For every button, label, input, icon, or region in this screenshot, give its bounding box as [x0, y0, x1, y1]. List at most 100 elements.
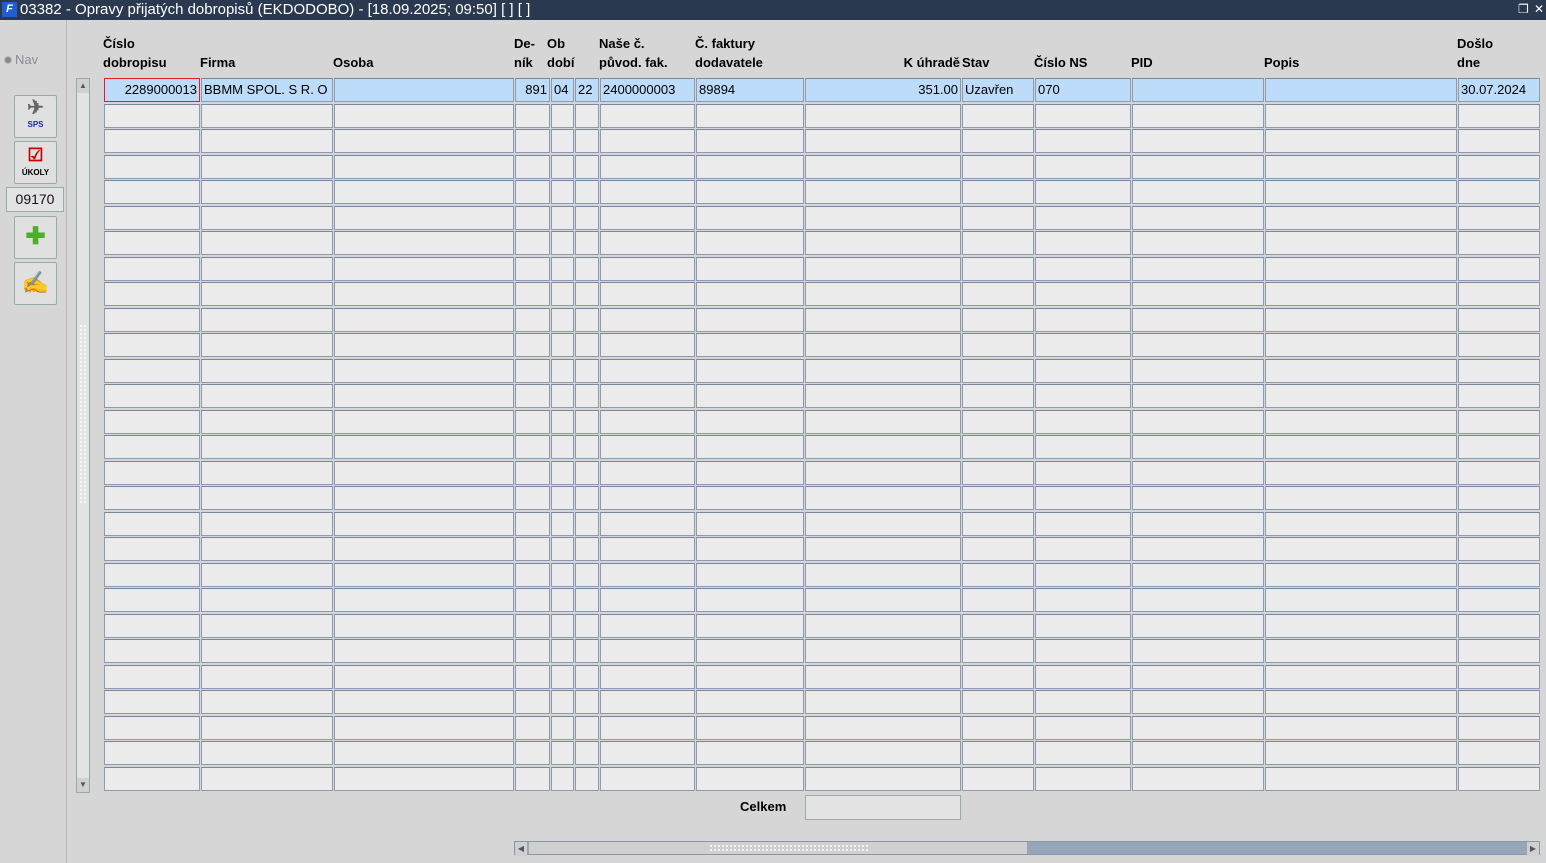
- table-cell[interactable]: [1132, 486, 1264, 510]
- table-cell[interactable]: [600, 409, 695, 434]
- table-cell[interactable]: BBMM SPOL. S R. O: [201, 78, 333, 102]
- table-cell[interactable]: [696, 358, 804, 383]
- table-cell[interactable]: [1458, 690, 1540, 714]
- table-cell[interactable]: [600, 715, 695, 740]
- table-cell[interactable]: [1132, 231, 1264, 255]
- table-cell[interactable]: [1265, 664, 1457, 689]
- table-cell[interactable]: [805, 486, 961, 510]
- table-cell[interactable]: [575, 384, 599, 408]
- table-cell[interactable]: [201, 460, 333, 485]
- table-cell[interactable]: [1458, 613, 1540, 638]
- table-cell[interactable]: [1035, 511, 1131, 536]
- table-cell[interactable]: [1265, 486, 1457, 510]
- table-cell[interactable]: [805, 154, 961, 179]
- table-cell[interactable]: [1132, 333, 1264, 357]
- table-cell[interactable]: [1458, 639, 1540, 663]
- table-cell[interactable]: [1265, 256, 1457, 281]
- table-cell[interactable]: [962, 103, 1034, 128]
- table-cell[interactable]: [1458, 205, 1540, 230]
- table-cell[interactable]: [1035, 664, 1131, 689]
- table-cell[interactable]: [1132, 639, 1264, 663]
- table-cell[interactable]: [696, 103, 804, 128]
- table-cell[interactable]: [575, 256, 599, 281]
- table-cell[interactable]: [515, 358, 550, 383]
- table-cell[interactable]: [575, 103, 599, 128]
- table-cell[interactable]: [334, 715, 514, 740]
- table-cell[interactable]: [1132, 613, 1264, 638]
- table-cell[interactable]: [696, 588, 804, 612]
- table-cell[interactable]: [575, 588, 599, 612]
- table-cell[interactable]: [1035, 180, 1131, 204]
- table-cell[interactable]: [575, 307, 599, 332]
- table-cell[interactable]: [696, 511, 804, 536]
- table-cell[interactable]: [1458, 333, 1540, 357]
- table-cell[interactable]: [1265, 409, 1457, 434]
- table-cell[interactable]: [334, 562, 514, 587]
- table-cell[interactable]: [696, 537, 804, 561]
- table-cell[interactable]: [201, 562, 333, 587]
- table-cell[interactable]: 351.00: [805, 78, 961, 102]
- table-cell[interactable]: [1265, 715, 1457, 740]
- table-cell[interactable]: [1265, 154, 1457, 179]
- table-cell[interactable]: [696, 613, 804, 638]
- table-cell[interactable]: [600, 282, 695, 306]
- table-cell[interactable]: [1265, 282, 1457, 306]
- table-cell[interactable]: [551, 409, 574, 434]
- table-cell[interactable]: [1132, 282, 1264, 306]
- table-cell[interactable]: [805, 256, 961, 281]
- table-cell[interactable]: [1132, 588, 1264, 612]
- table-cell[interactable]: [600, 358, 695, 383]
- table-cell[interactable]: [1458, 460, 1540, 485]
- table-cell[interactable]: [696, 231, 804, 255]
- table-cell[interactable]: [962, 282, 1034, 306]
- table-cell[interactable]: [962, 129, 1034, 153]
- table-cell[interactable]: [1458, 588, 1540, 612]
- table-cell[interactable]: [515, 282, 550, 306]
- table-cell[interactable]: [551, 435, 574, 459]
- table-cell[interactable]: [600, 460, 695, 485]
- table-cell[interactable]: [201, 435, 333, 459]
- table-cell[interactable]: [575, 409, 599, 434]
- table-cell[interactable]: [334, 511, 514, 536]
- table-cell[interactable]: [1458, 358, 1540, 383]
- table-cell[interactable]: [575, 613, 599, 638]
- table-cell[interactable]: [551, 358, 574, 383]
- scroll-up-icon[interactable]: ▲: [77, 79, 89, 93]
- table-cell[interactable]: [104, 409, 200, 434]
- table-cell[interactable]: [334, 613, 514, 638]
- table-cell[interactable]: [334, 205, 514, 230]
- table-cell[interactable]: [575, 231, 599, 255]
- table-cell[interactable]: [551, 741, 574, 765]
- table-cell[interactable]: [600, 486, 695, 510]
- table-cell[interactable]: [551, 307, 574, 332]
- table-cell[interactable]: [515, 741, 550, 765]
- table-cell[interactable]: [1458, 282, 1540, 306]
- table-cell[interactable]: [515, 486, 550, 510]
- table-cell[interactable]: [551, 588, 574, 612]
- table-cell[interactable]: [1458, 766, 1540, 791]
- table-cell[interactable]: [551, 384, 574, 408]
- table-cell[interactable]: [600, 664, 695, 689]
- table-cell[interactable]: [104, 205, 200, 230]
- table-cell[interactable]: [551, 231, 574, 255]
- table-cell[interactable]: [575, 562, 599, 587]
- table-cell[interactable]: [1458, 409, 1540, 434]
- table-cell[interactable]: [551, 690, 574, 714]
- table-cell[interactable]: [201, 282, 333, 306]
- table-cell[interactable]: [1035, 231, 1131, 255]
- table-cell[interactable]: [201, 358, 333, 383]
- table-cell[interactable]: [1132, 766, 1264, 791]
- code-field[interactable]: 09170: [6, 187, 64, 212]
- table-cell[interactable]: [334, 307, 514, 332]
- table-cell[interactable]: [805, 129, 961, 153]
- table-cell[interactable]: [1265, 613, 1457, 638]
- table-cell[interactable]: [805, 741, 961, 765]
- table-cell[interactable]: [1458, 154, 1540, 179]
- table-cell[interactable]: [1132, 256, 1264, 281]
- table-cell[interactable]: [962, 511, 1034, 536]
- table-cell[interactable]: [515, 715, 550, 740]
- scroll-down-icon[interactable]: ▼: [77, 778, 89, 792]
- table-cell[interactable]: [104, 766, 200, 791]
- table-cell[interactable]: [805, 613, 961, 638]
- table-cell[interactable]: [104, 639, 200, 663]
